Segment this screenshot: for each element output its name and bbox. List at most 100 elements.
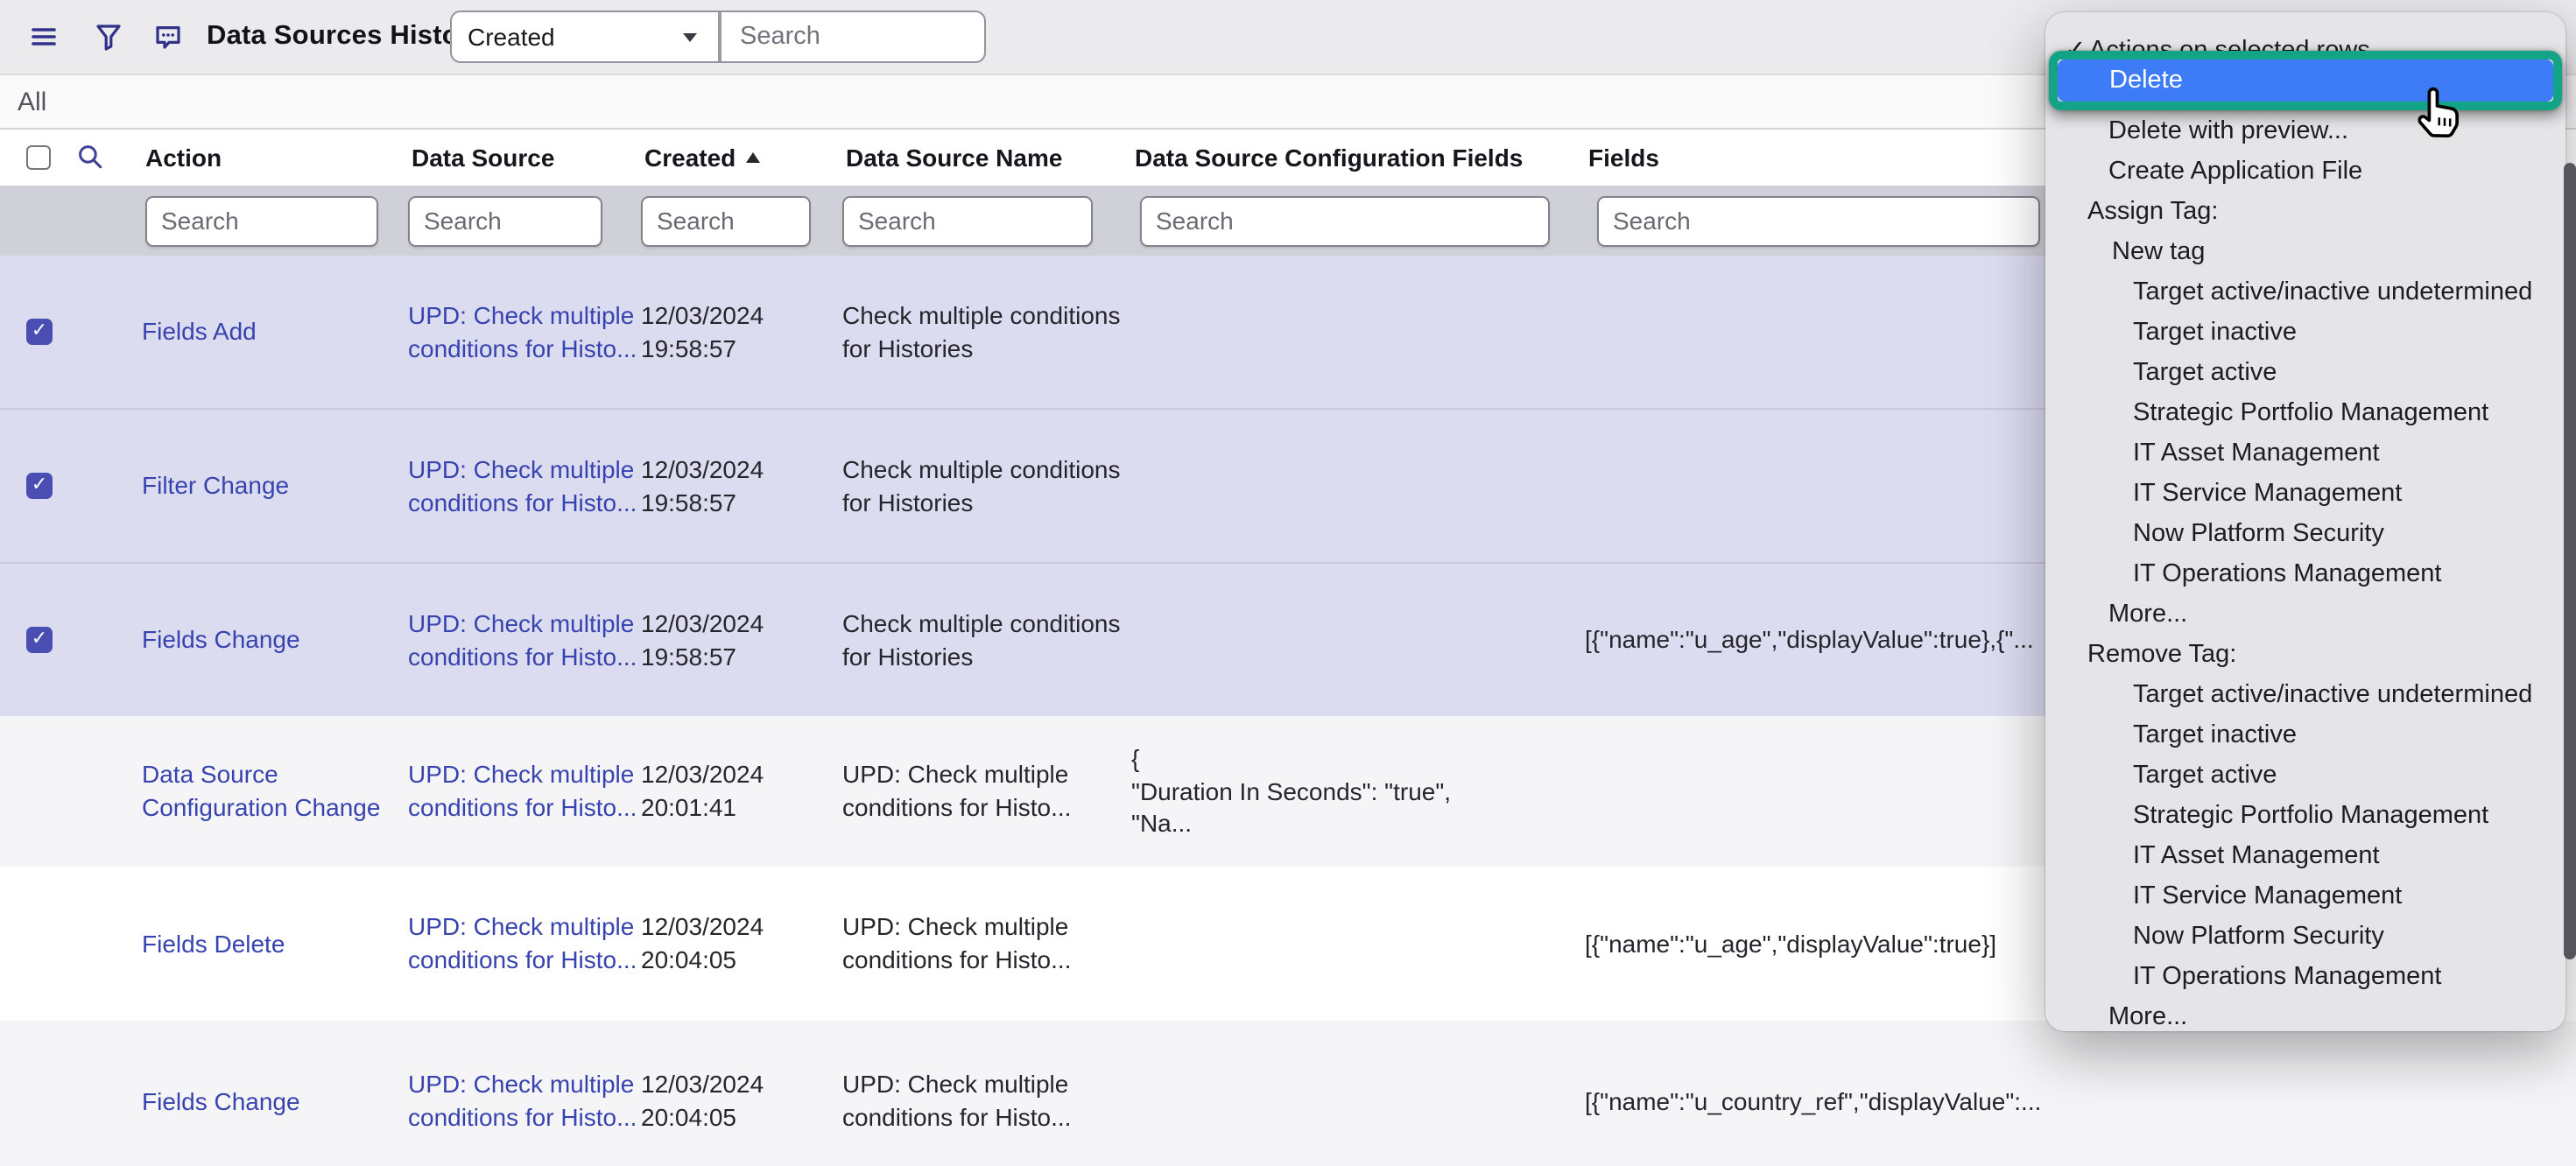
filter-input-created[interactable] (641, 195, 811, 246)
column-header-data_source_name[interactable]: Data Source Name (842, 130, 1128, 186)
row-checkbox-checked[interactable]: ✓ (26, 627, 53, 653)
column-header-fields[interactable]: Fields (1585, 130, 2110, 186)
filter-input-config_fields[interactable] (1140, 195, 1550, 246)
search-field-dropdown[interactable]: Created (452, 12, 718, 61)
vertical-scrollbar-thumb[interactable] (2564, 163, 2575, 959)
filter-cell-created (641, 186, 835, 256)
menu-item-assign-tag: Assign Tag: (2045, 193, 2565, 233)
filter-cell-fields (1585, 186, 2110, 256)
menu-item-more[interactable]: More... (2045, 998, 2565, 1038)
cell-data-source-link[interactable]: UPD: Check multiple conditions for Histo… (408, 910, 637, 976)
menu-item-it-operations-management[interactable]: IT Operations Management (2045, 958, 2565, 998)
menu-item-remove-tag: Remove Tag: (2045, 636, 2565, 676)
cell-created: 12/03/2024 20:04:05 (641, 867, 835, 1021)
menu-item-target-inactive[interactable]: Target inactive (2045, 313, 2565, 354)
menu-item-target-active-inactive-undetermined[interactable]: Target active/inactive undetermined (2045, 273, 2565, 313)
menu-item-it-asset-management[interactable]: IT Asset Management (2045, 837, 2565, 877)
cell-created-text: 12/03/2024 19:58:57 (641, 453, 835, 518)
filter-input-data_source[interactable] (408, 195, 602, 246)
filter-cell-action (142, 186, 405, 256)
search-field-dropdown-value: Created (468, 23, 555, 51)
filter-input-fields[interactable] (1597, 195, 2040, 246)
cell-config-fields: { "Duration In Seconds": "true", "Na... (1131, 716, 1581, 867)
chevron-down-icon (683, 33, 697, 42)
menu-item-it-asset-management[interactable]: IT Asset Management (2045, 434, 2565, 474)
cell-data-source-link[interactable]: UPD: Check multiple conditions for Histo… (408, 1068, 637, 1134)
menu-highlight-bar[interactable]: Delete (2057, 60, 2553, 102)
menu-item-strategic-portfolio-management[interactable]: Strategic Portfolio Management (2045, 394, 2565, 434)
column-header-data_source[interactable]: Data Source (408, 130, 637, 186)
menu-item-it-operations-management[interactable]: IT Operations Management (2045, 555, 2565, 595)
context-menu-list: ✓Actions on selected rows... DeleteDelet… (2045, 12, 2565, 1038)
cell-action-link[interactable]: Fields Change (142, 623, 300, 657)
column-header-action[interactable]: Action (142, 130, 405, 186)
cell-data-source-link[interactable]: UPD: Check multiple conditions for Histo… (408, 453, 637, 518)
cell-action: Filter Change (142, 410, 405, 562)
cell-created-text: 12/03/2024 20:01:41 (641, 758, 835, 824)
hamburger-menu-icon[interactable] (30, 23, 58, 51)
cell-created-text: 12/03/2024 19:58:57 (641, 299, 835, 364)
cell-created-text: 12/03/2024 20:04:05 (641, 910, 835, 976)
cell-created-text: 12/03/2024 19:58:57 (641, 607, 835, 672)
hand-cursor-icon (2411, 81, 2471, 144)
cell-action: Fields Change (142, 564, 405, 716)
filter-input-data_source_name[interactable] (842, 195, 1093, 246)
cell-action-link[interactable]: Fields Add (142, 315, 257, 348)
menu-item-more[interactable]: More... (2045, 595, 2565, 636)
menu-item-strategic-portfolio-management[interactable]: Strategic Portfolio Management (2045, 797, 2565, 837)
sort-ascending-icon (746, 152, 760, 163)
cell-data-source-link[interactable]: UPD: Check multiple conditions for Histo… (408, 299, 637, 364)
filter-cell-data_source_name (842, 186, 1128, 256)
app-screen: Data Sources History Created All ActionD… (0, 0, 2576, 1166)
cell-created: 12/03/2024 20:04:05 (641, 1021, 835, 1166)
cell-created: 12/03/2024 19:58:57 (641, 256, 835, 408)
cell-action-link[interactable]: Fields Change (142, 1085, 300, 1118)
cell-data-source-name: Check multiple conditions for Histories (842, 410, 1128, 562)
cell-data-source-name: Check multiple conditions for Histories (842, 564, 1128, 716)
search-icon[interactable] (77, 144, 103, 170)
menu-item-target-active[interactable]: Target active (2045, 756, 2565, 797)
cell-data-source-link[interactable]: UPD: Check multiple conditions for Histo… (408, 758, 637, 824)
breadcrumb[interactable]: All (18, 75, 46, 128)
column-header-config_fields[interactable]: Data Source Configuration Fields (1131, 130, 1581, 186)
menu-item-create-application-file[interactable]: Create Application File (2045, 152, 2565, 193)
cell-action-link[interactable]: Fields Delete (142, 927, 285, 960)
column-header-created[interactable]: Created (641, 130, 835, 186)
cell-config-fields (1131, 1021, 1581, 1166)
menu-item-target-active[interactable]: Target active (2045, 354, 2565, 394)
menu-item-target-inactive[interactable]: Target inactive (2045, 716, 2565, 756)
menu-item-target-active-inactive-undetermined[interactable]: Target active/inactive undetermined (2045, 676, 2565, 716)
cell-created-text: 12/03/2024 20:04:05 (641, 1068, 835, 1134)
cell-fields-text: [{"name":"u_age","displayValue":true},{"… (1585, 623, 2034, 657)
menu-item-delete-highlighted[interactable]: Delete (2045, 72, 2565, 112)
context-menu: ✓Actions on selected rows... DeleteDelet… (2045, 12, 2565, 1031)
cell-action-link[interactable]: Filter Change (142, 469, 289, 502)
menu-item-now-platform-security[interactable]: Now Platform Security (2045, 515, 2565, 555)
menu-item-new-tag[interactable]: New tag (2045, 233, 2565, 273)
list-search (721, 12, 984, 61)
cell-data-source: UPD: Check multiple conditions for Histo… (408, 716, 637, 867)
cell-action-link[interactable]: Data Source Configuration Change (142, 758, 405, 824)
filter-input-action[interactable] (145, 195, 378, 246)
cell-fields-text: [{"name":"u_age","displayValue":true}] (1585, 927, 1996, 960)
menu-item-delete-with-preview[interactable]: Delete with preview... (2045, 112, 2565, 152)
menu-item-label: Delete (2109, 60, 2183, 102)
cell-config-fields (1131, 867, 1581, 1021)
cell-fields: [{"name":"u_age","displayValue":true}] (1585, 867, 2110, 1021)
select-all-checkbox[interactable] (26, 145, 51, 170)
row-checkbox-checked[interactable]: ✓ (26, 473, 53, 499)
cell-data-source-link[interactable]: UPD: Check multiple conditions for Histo… (408, 607, 637, 672)
cell-data-source-name-text: Check multiple conditions for Histories (842, 299, 1128, 364)
cell-data-source-name: Check multiple conditions for Histories (842, 256, 1128, 408)
cell-data-source: UPD: Check multiple conditions for Histo… (408, 867, 637, 1021)
menu-item-now-platform-security[interactable]: Now Platform Security (2045, 917, 2565, 958)
filter-funnel-icon[interactable] (95, 23, 123, 51)
menu-item-it-service-management[interactable]: IT Service Management (2045, 474, 2565, 515)
menu-item-it-service-management[interactable]: IT Service Management (2045, 877, 2565, 917)
chat-bubble-icon[interactable] (154, 23, 182, 51)
row-checkbox-checked[interactable]: ✓ (26, 319, 53, 345)
cell-data-source: UPD: Check multiple conditions for Histo… (408, 410, 637, 562)
list-search-input[interactable] (736, 21, 971, 53)
cell-data-source-name-text: Check multiple conditions for Histories (842, 607, 1128, 672)
cell-config-fields-text: { "Duration In Seconds": "true", "Na... (1131, 742, 1451, 841)
